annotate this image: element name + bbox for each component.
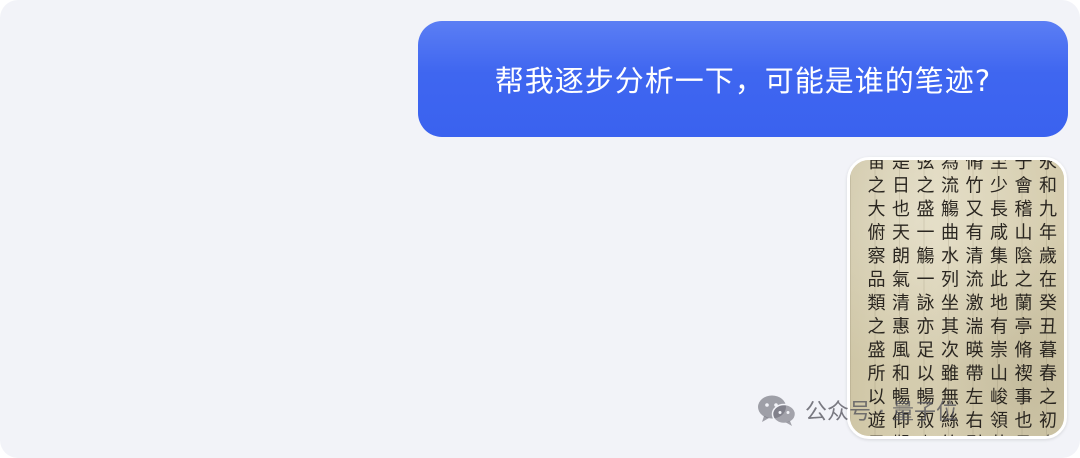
calligraphy-column: 脩竹又有清流激湍暎帶左右引以 [962, 157, 984, 439]
wechat-icon [758, 395, 797, 426]
calligraphy-column: 于會稽山陰之蘭亭脩禊事也羣賢畢 [1011, 157, 1033, 439]
watermark: 公众号 · 量子位 [755, 392, 958, 428]
calligraphy-column: 至少長咸集此地有崇山峻領茂林 [987, 157, 1008, 439]
chat-canvas: 帮我逐步分析一下，可能是谁的笔迹? 永和九年歲在癸丑暮春之初會 于會稽山陰之蘭亭… [0, 0, 1080, 458]
calligraphy-column: 永和九年歲在癸丑暮春之初會 [1036, 157, 1057, 439]
user-message-bubble: 帮我逐步分析一下，可能是谁的笔迹? [418, 21, 1068, 137]
watermark-text: 公众号 · 量子位 [805, 400, 958, 425]
user-message-text: 帮我逐步分析一下，可能是谁的笔迹? [494, 64, 992, 98]
